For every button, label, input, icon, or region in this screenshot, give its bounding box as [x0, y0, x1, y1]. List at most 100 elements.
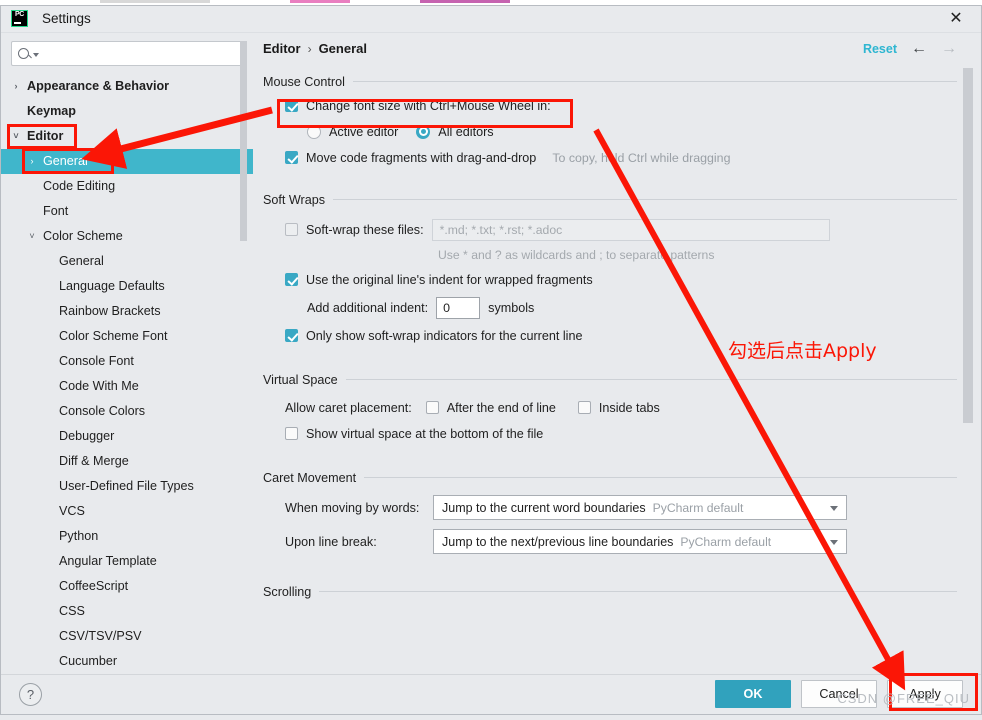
breadcrumb-parent[interactable]: Editor	[263, 41, 301, 56]
show-virtual-space-row[interactable]: Show virtual space at the bottom of the …	[263, 421, 957, 447]
original-indent-label: Use the original line's indent for wrapp…	[306, 272, 593, 287]
original-indent-row[interactable]: Use the original line's indent for wrapp…	[263, 267, 957, 293]
sidebar-item-font[interactable]: Font	[1, 199, 253, 224]
soft-wrap-files-checkbox[interactable]	[285, 223, 298, 237]
sidebar-item-rainbow-brackets[interactable]: Rainbow Brackets	[1, 299, 253, 324]
sidebar-item-debugger[interactable]: Debugger	[1, 424, 253, 449]
sidebar-item-label: Console Colors	[59, 404, 146, 419]
sidebar-item-code-with-me[interactable]: Code With Me	[1, 374, 253, 399]
sidebar-item-user-defined-file-types[interactable]: User-Defined File Types	[1, 474, 253, 499]
close-icon[interactable]: ✕	[943, 6, 969, 32]
sidebar-item-label: General	[59, 254, 104, 269]
sidebar-item-cucumber[interactable]: Cucumber	[1, 649, 253, 674]
when-moving-row: When moving by words: Jump to the curren…	[263, 495, 957, 521]
move-code-fragments-row[interactable]: Move code fragments with drag-and-drop T…	[263, 145, 957, 171]
sidebar-item-general[interactable]: General	[1, 249, 253, 274]
sidebar-item-label: Language Defaults	[59, 279, 165, 294]
chevron-right-icon[interactable]: ›	[9, 81, 23, 91]
sidebar-item-css[interactable]: CSS	[1, 599, 253, 624]
search-box[interactable]	[11, 40, 243, 66]
sidebar-item-label: Font	[43, 204, 69, 219]
sidebar-item-editor[interactable]: ˅ Editor	[1, 124, 253, 149]
sidebar-item-color-scheme[interactable]: ˅ Color Scheme	[1, 224, 253, 249]
move-code-fragments-hint: To copy, hold Ctrl while dragging	[552, 150, 731, 165]
chevron-down-icon[interactable]: ˅	[25, 231, 39, 241]
sidebar-item-vcs[interactable]: VCS	[1, 499, 253, 524]
soft-wrap-files-input[interactable]: *.md; *.txt; *.rst; *.adoc	[431, 218, 830, 241]
additional-indent-label: Add additional indent:	[307, 300, 429, 315]
divider	[345, 379, 957, 381]
mouse-control-title: Mouse Control	[263, 74, 345, 89]
additional-indent-input[interactable]: 0	[436, 296, 481, 319]
background-artifact-pink	[290, 0, 350, 3]
sidebar-scrollbar-thumb[interactable]	[240, 40, 247, 241]
sidebar-item-console-colors[interactable]: Console Colors	[1, 399, 253, 424]
settings-sidebar: › Appearance & Behavior Keymap ˅ Editor › Gene…	[1, 32, 253, 674]
upon-line-break-row: Upon line break: Jump to the next/previo…	[263, 529, 957, 555]
only-show-indicators-checkbox[interactable]	[285, 329, 298, 343]
sidebar-item-angular-template[interactable]: Angular Template	[1, 549, 253, 574]
soft-wraps-title: Soft Wraps	[263, 192, 326, 207]
settings-content: Mouse Control Change font size with Ctrl…	[253, 65, 981, 674]
change-font-size-checkbox[interactable]	[285, 99, 298, 113]
title-bar: PC Settings ✕	[1, 6, 981, 33]
chevron-down-icon[interactable]: ˅	[9, 131, 23, 141]
divider	[319, 591, 957, 593]
sidebar-item-general[interactable]: › General	[1, 148, 253, 174]
additional-indent-unit: symbols	[488, 300, 535, 315]
search-input[interactable]	[43, 46, 236, 61]
chevron-right-icon[interactable]: ›	[25, 156, 39, 166]
upon-line-break-combobox[interactable]: Jump to the next/previous line boundarie…	[433, 529, 847, 555]
sidebar-item-csv-tsv-psv[interactable]: CSV/TSV/PSV	[1, 624, 253, 649]
show-virtual-space-checkbox[interactable]	[285, 427, 298, 441]
soft-wrap-files-row: Soft-wrap these files: *.md; *.txt; *.rs…	[263, 217, 957, 243]
arrow-right-icon: →	[941, 39, 957, 57]
ok-button[interactable]: OK	[715, 680, 791, 709]
wildcard-hint: Use * and ? as wildcards and ; to separa…	[438, 247, 715, 262]
chevron-down-icon[interactable]	[830, 505, 838, 511]
sidebar-item-language-defaults[interactable]: Language Defaults	[1, 274, 253, 299]
sidebar-item-label: Python	[59, 529, 99, 544]
all-editors-radio[interactable]	[416, 124, 431, 139]
sidebar-item-label: Diff & Merge	[59, 454, 129, 469]
sidebar-item-python[interactable]: Python	[1, 524, 253, 549]
original-indent-checkbox[interactable]	[285, 273, 298, 287]
settings-tree[interactable]: › Appearance & Behavior Keymap ˅ Editor › Gene…	[1, 72, 253, 674]
background-artifact-gray	[100, 0, 210, 3]
reset-button[interactable]: Reset	[863, 42, 897, 56]
change-font-size-label: Change font size with Ctrl+Mouse Wheel i…	[306, 98, 551, 113]
sidebar-item-appearance-behavior[interactable]: › Appearance & Behavior	[1, 74, 253, 99]
section-caret-movement: Caret Movement When moving by words: Jum…	[263, 467, 957, 555]
sidebar-item-code-editing[interactable]: Code Editing	[1, 174, 253, 199]
sidebar-item-label: Code With Me	[59, 379, 139, 394]
scrolling-header: Scrolling	[263, 581, 957, 603]
help-icon[interactable]: ?	[19, 682, 42, 706]
soft-wrap-files-label: Soft-wrap these files:	[306, 222, 424, 237]
chevron-down-icon[interactable]	[33, 52, 39, 57]
settings-dialog-screenshot: PC Settings ✕ › Appearance & Behavior Keym…	[0, 0, 982, 720]
sidebar-item-keymap[interactable]: Keymap	[1, 99, 253, 124]
section-mouse-control: Mouse Control Change font size with Ctrl…	[263, 71, 957, 171]
active-editor-radio[interactable]	[307, 124, 321, 139]
after-end-of-line-checkbox[interactable]	[425, 401, 439, 415]
sidebar-item-label: Cucumber	[59, 654, 118, 669]
when-moving-label: When moving by words:	[285, 500, 420, 515]
sidebar-item-coffeescript[interactable]: CoffeeScript	[1, 574, 253, 599]
inside-tabs-checkbox[interactable]	[577, 401, 591, 415]
content-scrollbar-thumb[interactable]	[963, 67, 973, 423]
chevron-down-icon[interactable]	[830, 539, 838, 545]
sidebar-item-diff-merge[interactable]: Diff & Merge	[1, 449, 253, 474]
arrow-left-icon[interactable]: ←	[911, 40, 927, 57]
show-virtual-space-label: Show virtual space at the bottom of the …	[306, 426, 544, 441]
additional-indent-row: Add additional indent: 0 symbols	[263, 293, 957, 323]
pycharm-logo-icon: PC	[11, 10, 28, 28]
sidebar-item-label: General	[43, 154, 88, 169]
sidebar-item-color-scheme-font[interactable]: Color Scheme Font	[1, 324, 253, 349]
soft-wraps-header: Soft Wraps	[263, 189, 957, 211]
change-font-size-row[interactable]: Change font size with Ctrl+Mouse Wheel i…	[263, 93, 957, 119]
active-editor-label: Active editor	[329, 124, 399, 139]
move-code-fragments-checkbox[interactable]	[285, 151, 298, 165]
sidebar-item-console-font[interactable]: Console Font	[1, 349, 253, 374]
when-moving-combobox[interactable]: Jump to the current word boundaries PyCh…	[433, 495, 847, 521]
sidebar-item-label: Keymap	[27, 104, 76, 119]
